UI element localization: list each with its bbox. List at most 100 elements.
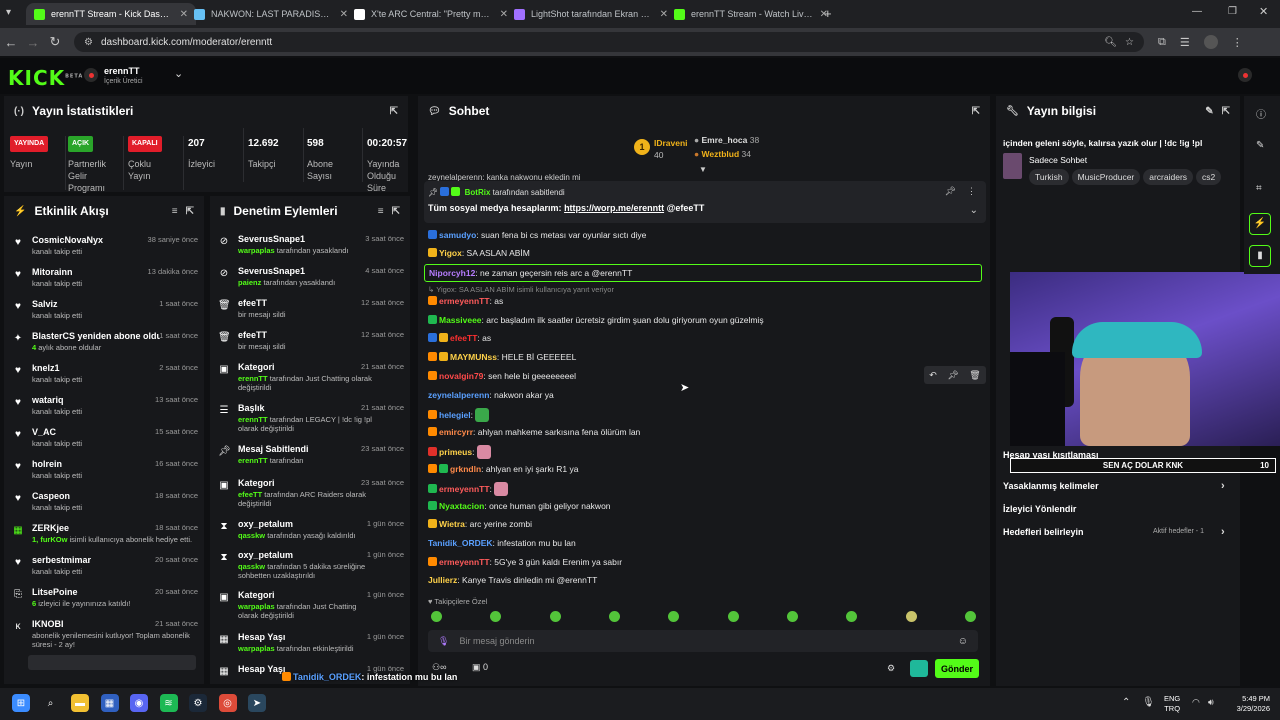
pencil-icon[interactable]: ✎ bbox=[1256, 140, 1264, 151]
activity-item[interactable]: ♥ Mitorainn kanalı takip etti 13 dakika ö… bbox=[12, 267, 198, 299]
chat-username[interactable]: Jullierz bbox=[428, 575, 457, 585]
bookmark-star-icon[interactable]: ☆ bbox=[1125, 37, 1134, 48]
chat-message[interactable]: Yigox: SA ASLAN ABİM bbox=[428, 248, 530, 258]
quick-emote-icon[interactable] bbox=[906, 611, 917, 622]
chat-username[interactable]: primeus bbox=[439, 447, 472, 457]
bolt-icon[interactable]: ⚡ bbox=[1249, 213, 1271, 235]
chat-username[interactable]: grkndln bbox=[450, 464, 481, 474]
chat-username[interactable]: ermeyennTT bbox=[439, 296, 490, 306]
activity-item[interactable]: ⎘ LitsePoine 6 izleyici ile yayınınıza ka… bbox=[12, 587, 198, 619]
moderation-item[interactable]: 🗑︎ efeeTT bir mesajı sildi 12 saat önce bbox=[218, 330, 404, 360]
chat-message[interactable]: Tanidik_ORDEK: infestation mu bu lan bbox=[428, 538, 576, 548]
stream-tag[interactable]: arcraiders bbox=[1143, 169, 1194, 185]
site-info-icon[interactable]: ⚙ bbox=[84, 37, 93, 48]
chat-username[interactable]: Massiveee bbox=[439, 315, 482, 325]
leaderboard-second[interactable]: ● Emre_hoca 38 bbox=[694, 135, 759, 145]
activity-item[interactable]: ♥ Caspeon kanalı takip etti 18 saat önce bbox=[12, 491, 198, 523]
moderation-item[interactable]: ⊘ SeverusSnape1 paienz tarafından yasakla… bbox=[218, 266, 404, 296]
expand-icon[interactable]: ⇱ bbox=[1222, 106, 1230, 117]
bot-icon[interactable] bbox=[910, 660, 928, 677]
chat-input[interactable]: 🎙︎ Bir mesaj gönderin ☺ bbox=[428, 630, 978, 652]
expand-icon[interactable]: ⇱ bbox=[392, 206, 400, 217]
steam-icon[interactable]: ⚙ bbox=[189, 694, 207, 712]
chat-message[interactable]: emircyrr: ahlyan mahkeme sarkısına fena … bbox=[428, 427, 640, 437]
more-options-icon[interactable]: ⋮ bbox=[967, 186, 976, 197]
quick-emote-icon[interactable] bbox=[609, 611, 620, 622]
chat-settings-icon[interactable]: ⚙ bbox=[887, 663, 895, 674]
chat-message[interactable]: Nyaxtacion: once human gibi geliyor nakw… bbox=[428, 501, 611, 511]
chat-username[interactable]: MAYMUNss bbox=[450, 352, 497, 362]
browser-menu-dots-icon[interactable]: ⋮ bbox=[1232, 36, 1243, 49]
browser-tab[interactable]: LightShot tarafından Ekran Gör ✕ bbox=[506, 3, 676, 25]
edit-icon[interactable]: ✎ bbox=[1205, 106, 1213, 117]
delete-icon[interactable]: 🗑︎ bbox=[969, 370, 980, 381]
chat-message[interactable]: samudyo: suan fena bi cs metası var oyun… bbox=[428, 230, 646, 240]
stream-tag[interactable]: Turkish bbox=[1029, 169, 1069, 185]
quick-emote-icon[interactable] bbox=[431, 611, 442, 622]
chat-message[interactable]: ermeyennTT: 5G'ye 3 gün kaldı Erenim ya … bbox=[428, 557, 622, 567]
pinned-message[interactable]: 📌︎ BotRix tarafından sabitlendi Tüm sosy… bbox=[424, 181, 986, 223]
chat-message[interactable]: novalgin79: sen hele bi geeeeeeeel bbox=[428, 371, 576, 381]
chat-username[interactable]: zeynelalperenn bbox=[428, 390, 489, 400]
activity-item[interactable]: ✦ BlasterCS yeniden abone oldu! 4 aylık a… bbox=[12, 331, 198, 363]
user-avatar[interactable] bbox=[1238, 68, 1252, 82]
activity-item[interactable]: ♥ CosmicNovaNyx kanalı takip etti 38 sani… bbox=[12, 235, 198, 267]
stream-setting-item[interactable]: Hedefleri belirleyin Aktif hedefler - 1 › bbox=[1003, 526, 1233, 539]
chat-username[interactable]: Tanidik_ORDEK bbox=[428, 538, 493, 548]
mic-tray-icon[interactable]: 🎙︎ bbox=[1142, 697, 1155, 708]
pinned-link[interactable]: https://worp.me/erenntt bbox=[564, 203, 664, 213]
pin-icon[interactable]: 📌︎ bbox=[947, 370, 958, 381]
chat-username[interactable]: samudyo bbox=[439, 230, 476, 240]
activity-item[interactable]: ♥ V_AC kanalı takip etti 15 saat önce bbox=[12, 427, 198, 459]
quick-emote-icon[interactable] bbox=[728, 611, 739, 622]
steam-alt-icon[interactable]: ➤ bbox=[248, 694, 266, 712]
chat-username[interactable]: helegiel bbox=[439, 410, 471, 420]
forward-icon[interactable]: → bbox=[22, 35, 44, 50]
category-name[interactable]: Sadece Sohbet bbox=[1029, 155, 1087, 165]
stream-tag[interactable]: MusicProducer bbox=[1071, 169, 1141, 185]
chat-message[interactable]: Jullierz: Kanye Travis dinledin mi @eren… bbox=[428, 575, 597, 585]
moderation-item[interactable]: 🗑︎ efeeTT bir mesajı sildi 12 saat önce bbox=[218, 298, 404, 328]
moderation-item[interactable]: ▣ Kategori efeeTT tarafından ARC Raiders … bbox=[218, 478, 404, 508]
send-button[interactable]: Gönder bbox=[935, 659, 979, 678]
browser-tab[interactable]: X'te ARC Central: "Pretty much ✕ bbox=[346, 3, 516, 25]
info-icon[interactable]: ⓘ bbox=[1256, 106, 1266, 121]
moderation-item[interactable]: ⧗ oxy_petalum qasskw tarafından yasağı ka… bbox=[218, 519, 404, 549]
chat-message[interactable]: zeynelalperenn: nakwon akar ya bbox=[428, 390, 554, 400]
channel-switcher[interactable]: erennTT İçerik Üretici bbox=[104, 66, 143, 85]
chat-username[interactable]: Niporcyh12 bbox=[429, 268, 475, 278]
unpin-icon[interactable]: 📌︎ bbox=[945, 186, 956, 197]
channel-avatar[interactable] bbox=[84, 68, 98, 82]
chevron-down-icon[interactable]: ⌄ bbox=[174, 67, 183, 80]
browser-menu-icon[interactable]: ▾ bbox=[6, 7, 11, 18]
search-icon[interactable]: ⌕ bbox=[42, 694, 60, 712]
stream-tag[interactable]: cs2 bbox=[1196, 169, 1222, 185]
kick-logo[interactable]: KICKBETA bbox=[8, 66, 83, 90]
emoji-icon[interactable]: ☺ bbox=[958, 636, 968, 647]
browser-tab[interactable]: erennTT Stream - Kick Dashboard ✕ bbox=[26, 3, 196, 25]
quick-emote-icon[interactable] bbox=[787, 611, 798, 622]
reload-icon[interactable]: ↻ bbox=[44, 34, 66, 50]
chat-message[interactable]: Wietra: arc yerine zombi bbox=[428, 519, 532, 529]
moderation-item[interactable]: ⊘ SeverusSnape1 warpaplas tarafından yasa… bbox=[218, 234, 404, 264]
extensions-icon[interactable]: ⧉ bbox=[1158, 36, 1166, 49]
close-window-button[interactable]: ✕ bbox=[1259, 5, 1268, 18]
activity-item[interactable]: ▦ ZERKjee 1, furKOw isimli kullanıcıya ab… bbox=[12, 523, 198, 555]
minimize-window-button[interactable]: — bbox=[1192, 6, 1202, 17]
activity-item[interactable]: ♥ serbestmimar kanalı takip etti 20 saat … bbox=[12, 555, 198, 587]
crop-icon[interactable]: ⌗ bbox=[1256, 183, 1262, 194]
stream-setting-item[interactable]: Yasaklanmış kelimeler › bbox=[1003, 480, 1233, 493]
quick-emote-icon[interactable] bbox=[846, 611, 857, 622]
chat-message[interactable]: MAYMUNss: HELE Bİ GEEEEEL bbox=[428, 352, 576, 362]
expand-icon[interactable]: ⇱ bbox=[186, 206, 194, 217]
clipboard-icon[interactable]: ▮ bbox=[1249, 245, 1271, 267]
chat-username[interactable]: novalgin79 bbox=[439, 371, 483, 381]
activity-item[interactable]: ♥ holrein kanalı takip etti 16 saat önce bbox=[12, 459, 198, 491]
language-indicator[interactable]: ENG TRQ bbox=[1164, 694, 1180, 714]
store-icon[interactable]: ▦ bbox=[100, 694, 119, 712]
discord-icon[interactable]: ◉ bbox=[130, 694, 148, 712]
reading-list-icon[interactable]: ☰ bbox=[1180, 36, 1190, 49]
chat-username[interactable]: ermeyennTT bbox=[439, 557, 490, 567]
browser-tab[interactable]: erennTT Stream - Watch Live on ✕ bbox=[666, 3, 836, 25]
maximize-window-button[interactable]: ❐ bbox=[1228, 6, 1237, 17]
